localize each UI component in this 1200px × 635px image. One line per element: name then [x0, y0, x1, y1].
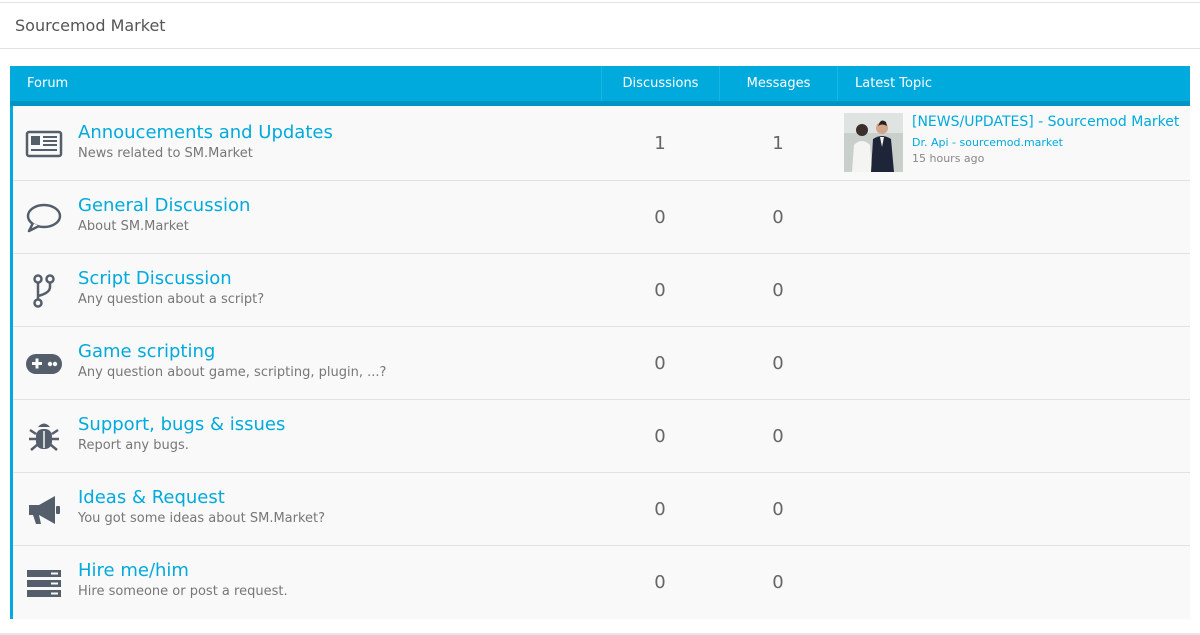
messages-count: 0 — [772, 207, 784, 228]
gamepad-icon — [25, 345, 63, 383]
forum-row: Ideas & Request You got some ideas about… — [13, 473, 1190, 546]
messages-count: 0 — [772, 280, 784, 301]
discussions-count: 0 — [654, 499, 666, 520]
forum-description: News related to SM.Market — [78, 146, 253, 161]
discussions-count: 0 — [654, 572, 666, 593]
forum-row: Game scripting Any question about game, … — [13, 327, 1190, 400]
forum-row: Hire me/him Hire someone or post a reque… — [13, 546, 1190, 619]
messages-count: 1 — [772, 133, 784, 154]
forum-title-link[interactable]: General Discussion — [78, 195, 250, 216]
forum-title-link[interactable]: Script Discussion — [78, 268, 232, 289]
newspaper-icon — [25, 124, 63, 162]
latest-topic: [NEWS/UPDATES] - Sourcemod Market Dr. Ap… — [844, 113, 1184, 173]
discussions-count: 0 — [654, 353, 666, 374]
column-header-forum: Forum — [27, 76, 69, 91]
forum-description: Any question about a script? — [78, 292, 265, 307]
forum-row: Annoucements and Updates News related to… — [13, 106, 1190, 181]
column-header-discussions: Discussions — [601, 66, 719, 101]
forum-title-link[interactable]: Annoucements and Updates — [78, 122, 333, 143]
forum-description: You got some ideas about SM.Market? — [78, 511, 326, 526]
discussions-count: 0 — [654, 207, 666, 228]
forum-title-link[interactable]: Ideas & Request — [78, 487, 225, 508]
latest-topic-time: 15 hours ago — [912, 152, 985, 165]
forum-row: Script Discussion Any question about a s… — [13, 254, 1190, 327]
messages-count: 0 — [772, 426, 784, 447]
table-body: Annoucements and Updates News related to… — [10, 106, 1190, 619]
page-title: Sourcemod Market — [15, 16, 166, 35]
messages-count: 0 — [772, 353, 784, 374]
code-fork-icon — [25, 272, 63, 310]
speech-bubble-icon — [25, 199, 63, 237]
discussions-count: 0 — [654, 426, 666, 447]
column-header-latest-topic: Latest Topic — [837, 66, 1190, 101]
latest-topic-link[interactable]: [NEWS/UPDATES] - Sourcemod Market — [912, 114, 1179, 130]
forum-description: Report any bugs. — [78, 438, 189, 453]
forum-title-link[interactable]: Game scripting — [78, 341, 215, 362]
column-header-messages: Messages — [719, 66, 837, 101]
server-list-icon — [25, 564, 63, 602]
forum-description: About SM.Market — [78, 219, 189, 234]
messages-count: 0 — [772, 572, 784, 593]
forum-description: Any question about game, scripting, plug… — [78, 365, 387, 380]
table-header: Forum Discussions Messages Latest Topic — [10, 66, 1190, 106]
forum-title-link[interactable]: Support, bugs & issues — [78, 414, 285, 435]
forum-table: Forum Discussions Messages Latest Topic … — [10, 66, 1190, 619]
forum-row: Support, bugs & issues Report any bugs. … — [13, 400, 1190, 473]
forum-row: General Discussion About SM.Market 0 0 — [13, 181, 1190, 254]
discussions-count: 1 — [654, 133, 666, 154]
discussions-count: 0 — [654, 280, 666, 301]
forum-title-link[interactable]: Hire me/him — [78, 560, 189, 581]
forum-description: Hire someone or post a request. — [78, 584, 288, 599]
megaphone-icon — [25, 491, 63, 529]
bug-icon — [25, 418, 63, 456]
latest-topic-author[interactable]: Dr. Api - sourcemod.market — [912, 136, 1063, 149]
messages-count: 0 — [772, 499, 784, 520]
latest-topic-avatar[interactable] — [844, 113, 903, 172]
page-header: Sourcemod Market — [0, 2, 1200, 49]
